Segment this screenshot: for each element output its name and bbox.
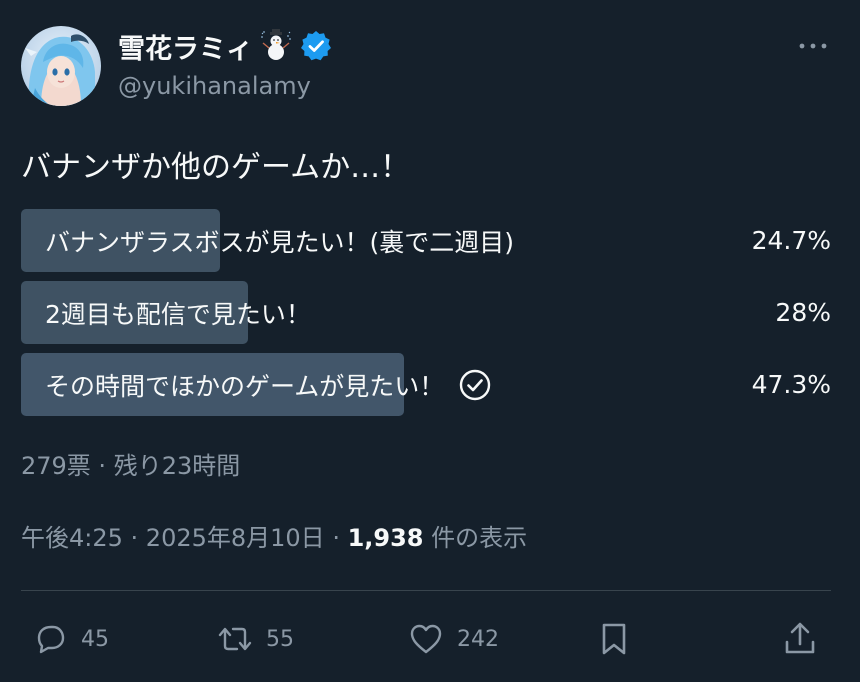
share-icon xyxy=(785,622,815,654)
bookmark-icon xyxy=(602,623,626,655)
poll-option[interactable]: バナンザラスボスが見たい！(裏で二週目) 24.7% xyxy=(21,209,831,272)
poll-option-text: バナンザラスボスが見たい！(裏で二週目) xyxy=(45,227,515,257)
share-button[interactable] xyxy=(781,618,819,660)
separator: · xyxy=(324,524,348,552)
tweet-card: 雪花ラミィ @yukihanalamy バナンザか他のゲームか…！ バナンザラス… xyxy=(0,0,860,682)
reply-count: 45 xyxy=(81,626,109,652)
like-button[interactable]: 242 xyxy=(407,618,499,660)
more-options-icon[interactable] xyxy=(796,33,830,59)
reply-icon xyxy=(37,625,65,654)
poll-option-label: その時間でほかのゲームが見たい！ xyxy=(45,367,492,403)
retweet-count: 55 xyxy=(266,626,294,652)
poll-option-percent: 28% xyxy=(775,298,831,327)
retweet-icon xyxy=(218,627,252,651)
poll-option-winner[interactable]: その時間でほかのゲームが見たい！ 47.3% xyxy=(21,353,831,416)
reply-button[interactable]: 45 xyxy=(31,618,109,660)
like-count: 242 xyxy=(457,626,499,652)
divider xyxy=(21,590,831,591)
poll-option-percent: 24.7% xyxy=(751,226,831,255)
avatar[interactable] xyxy=(21,26,101,106)
post-time[interactable]: 午後4:25 xyxy=(21,524,123,552)
poll: バナンザラスボスが見たい！(裏で二週目) 24.7% 2週目も配信で見たい！ 2… xyxy=(21,209,831,425)
poll-option-text: 2週目も配信で見たい！ xyxy=(45,299,311,329)
author-name-row[interactable]: 雪花ラミィ xyxy=(118,27,333,66)
display-name[interactable]: 雪花ラミィ xyxy=(118,27,253,66)
poll-option-label: バナンザラスボスが見たい！(裏で二週目) xyxy=(45,223,514,259)
views-label: 件の表示 xyxy=(423,524,528,552)
poll-option-percent: 47.3% xyxy=(751,370,831,399)
heart-icon xyxy=(410,624,442,654)
snowman-icon xyxy=(259,29,293,63)
views-count[interactable]: 1,938 xyxy=(348,524,424,552)
check-circle-icon xyxy=(458,368,492,402)
bookmark-button[interactable] xyxy=(595,618,633,660)
tweet-text: バナンザか他のゲームか…！ xyxy=(21,150,411,185)
author-handle[interactable]: @yukihanalamy xyxy=(118,72,311,100)
post-date[interactable]: 2025年8月10日 xyxy=(146,524,325,552)
timestamp-row: 午後4:25 · 2025年8月10日 · 1,938 件の表示 xyxy=(21,518,527,553)
poll-option-text: その時間でほかのゲームが見たい！ xyxy=(45,371,445,401)
poll-meta: 279票 · 残り23時間 xyxy=(21,452,241,480)
poll-option[interactable]: 2週目も配信で見たい！ 28% xyxy=(21,281,831,344)
retweet-button[interactable]: 55 xyxy=(216,618,294,660)
separator: · xyxy=(122,524,146,552)
verified-badge-icon[interactable] xyxy=(299,29,333,63)
poll-option-label: 2週目も配信で見たい！ xyxy=(45,295,311,331)
